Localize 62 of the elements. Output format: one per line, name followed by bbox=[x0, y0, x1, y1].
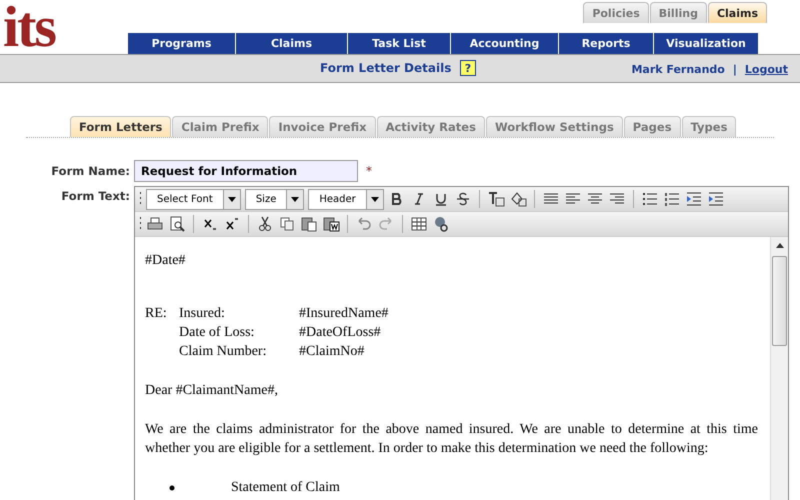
help-button[interactable]: ? bbox=[460, 60, 476, 76]
cut-icon[interactable] bbox=[256, 216, 274, 232]
nav-item[interactable]: Programs bbox=[128, 33, 235, 54]
top-tab[interactable]: Billing bbox=[650, 2, 707, 23]
letter-paragraph: Dear #ClaimantName#, bbox=[145, 382, 279, 400]
grip-icon[interactable] bbox=[139, 191, 142, 207]
paste-icon[interactable] bbox=[300, 216, 318, 232]
re-field-value: #DateOfLoss# bbox=[299, 324, 382, 342]
scrollbar[interactable] bbox=[770, 237, 788, 500]
top-tab[interactable]: Claims bbox=[708, 2, 767, 23]
outdent-icon[interactable] bbox=[684, 191, 703, 207]
grip-icon[interactable] bbox=[139, 216, 142, 232]
form-name-field[interactable]: Request for Information bbox=[134, 160, 358, 182]
re-field-value: #InsuredName# bbox=[299, 305, 390, 323]
separator: | bbox=[732, 63, 737, 76]
re-field-label: Claim Number: bbox=[179, 343, 268, 361]
paste-word-icon[interactable] bbox=[322, 216, 340, 232]
nav-item[interactable]: Claims bbox=[236, 33, 347, 54]
scroll-up-icon[interactable] bbox=[776, 243, 784, 248]
numbered-list-icon[interactable] bbox=[662, 191, 681, 207]
bullet-icon bbox=[169, 484, 175, 490]
format-dropdown[interactable]: Size bbox=[244, 188, 304, 210]
nav-item[interactable]: Reports bbox=[559, 33, 653, 54]
top-tab[interactable]: Policies bbox=[583, 2, 649, 23]
nav-item[interactable]: Task List bbox=[348, 33, 450, 54]
format-dropdown[interactable]: Header bbox=[308, 188, 384, 210]
indent-icon[interactable] bbox=[706, 191, 725, 207]
re-field-label: Date of Loss: bbox=[179, 324, 256, 342]
tab[interactable]: Pages bbox=[624, 116, 681, 137]
caret-icon[interactable] bbox=[228, 196, 236, 202]
letter-paragraph: #Date# bbox=[145, 252, 186, 270]
re-field-value: #ClaimNo# bbox=[299, 343, 366, 361]
bullet-list-icon[interactable] bbox=[640, 191, 659, 207]
tab[interactable]: Workflow Settings bbox=[486, 116, 623, 137]
re-label: RE: bbox=[145, 305, 168, 323]
caret-icon[interactable] bbox=[370, 196, 379, 202]
nav-item[interactable]: Visualization bbox=[654, 33, 758, 54]
format-dropdown[interactable]: Select Font bbox=[146, 188, 241, 210]
tab[interactable]: Invoice Prefix bbox=[269, 116, 376, 137]
letter-paragraph: We are the claims administrator for the above named insured. We are unable to determine at this time whether you are eligible for a settlement. In order to make this determination we need the following: bbox=[145, 421, 758, 458]
page-title: Form Letter Details bbox=[320, 61, 452, 75]
table-icon[interactable] bbox=[410, 216, 428, 232]
tab[interactable]: Activity Rates bbox=[376, 116, 485, 137]
field-label: Form Text: bbox=[60, 188, 131, 203]
logout-link[interactable]: Logout bbox=[744, 63, 788, 76]
bullet-text: Statement of Claim bbox=[231, 479, 340, 497]
field-label: Form Name: bbox=[50, 164, 131, 178]
nav-item[interactable]: Accounting bbox=[451, 33, 558, 54]
scroll-thumb[interactable] bbox=[772, 256, 787, 346]
tab[interactable]: Form Letters bbox=[70, 116, 172, 137]
user-name: Mark Fernando bbox=[631, 63, 725, 76]
required-mark: * bbox=[366, 164, 372, 178]
preview-icon[interactable] bbox=[168, 216, 186, 232]
copy-icon[interactable] bbox=[278, 216, 296, 232]
printer-icon[interactable] bbox=[146, 216, 164, 232]
logo: its bbox=[2, 0, 55, 50]
caret-icon[interactable] bbox=[291, 196, 300, 202]
tab[interactable]: Claim Prefix bbox=[172, 116, 268, 137]
re-field-label: Insured: bbox=[179, 305, 226, 323]
tab[interactable]: Types bbox=[682, 116, 736, 137]
text-table-icon[interactable] bbox=[486, 191, 505, 207]
fill-table-icon[interactable] bbox=[508, 191, 527, 207]
